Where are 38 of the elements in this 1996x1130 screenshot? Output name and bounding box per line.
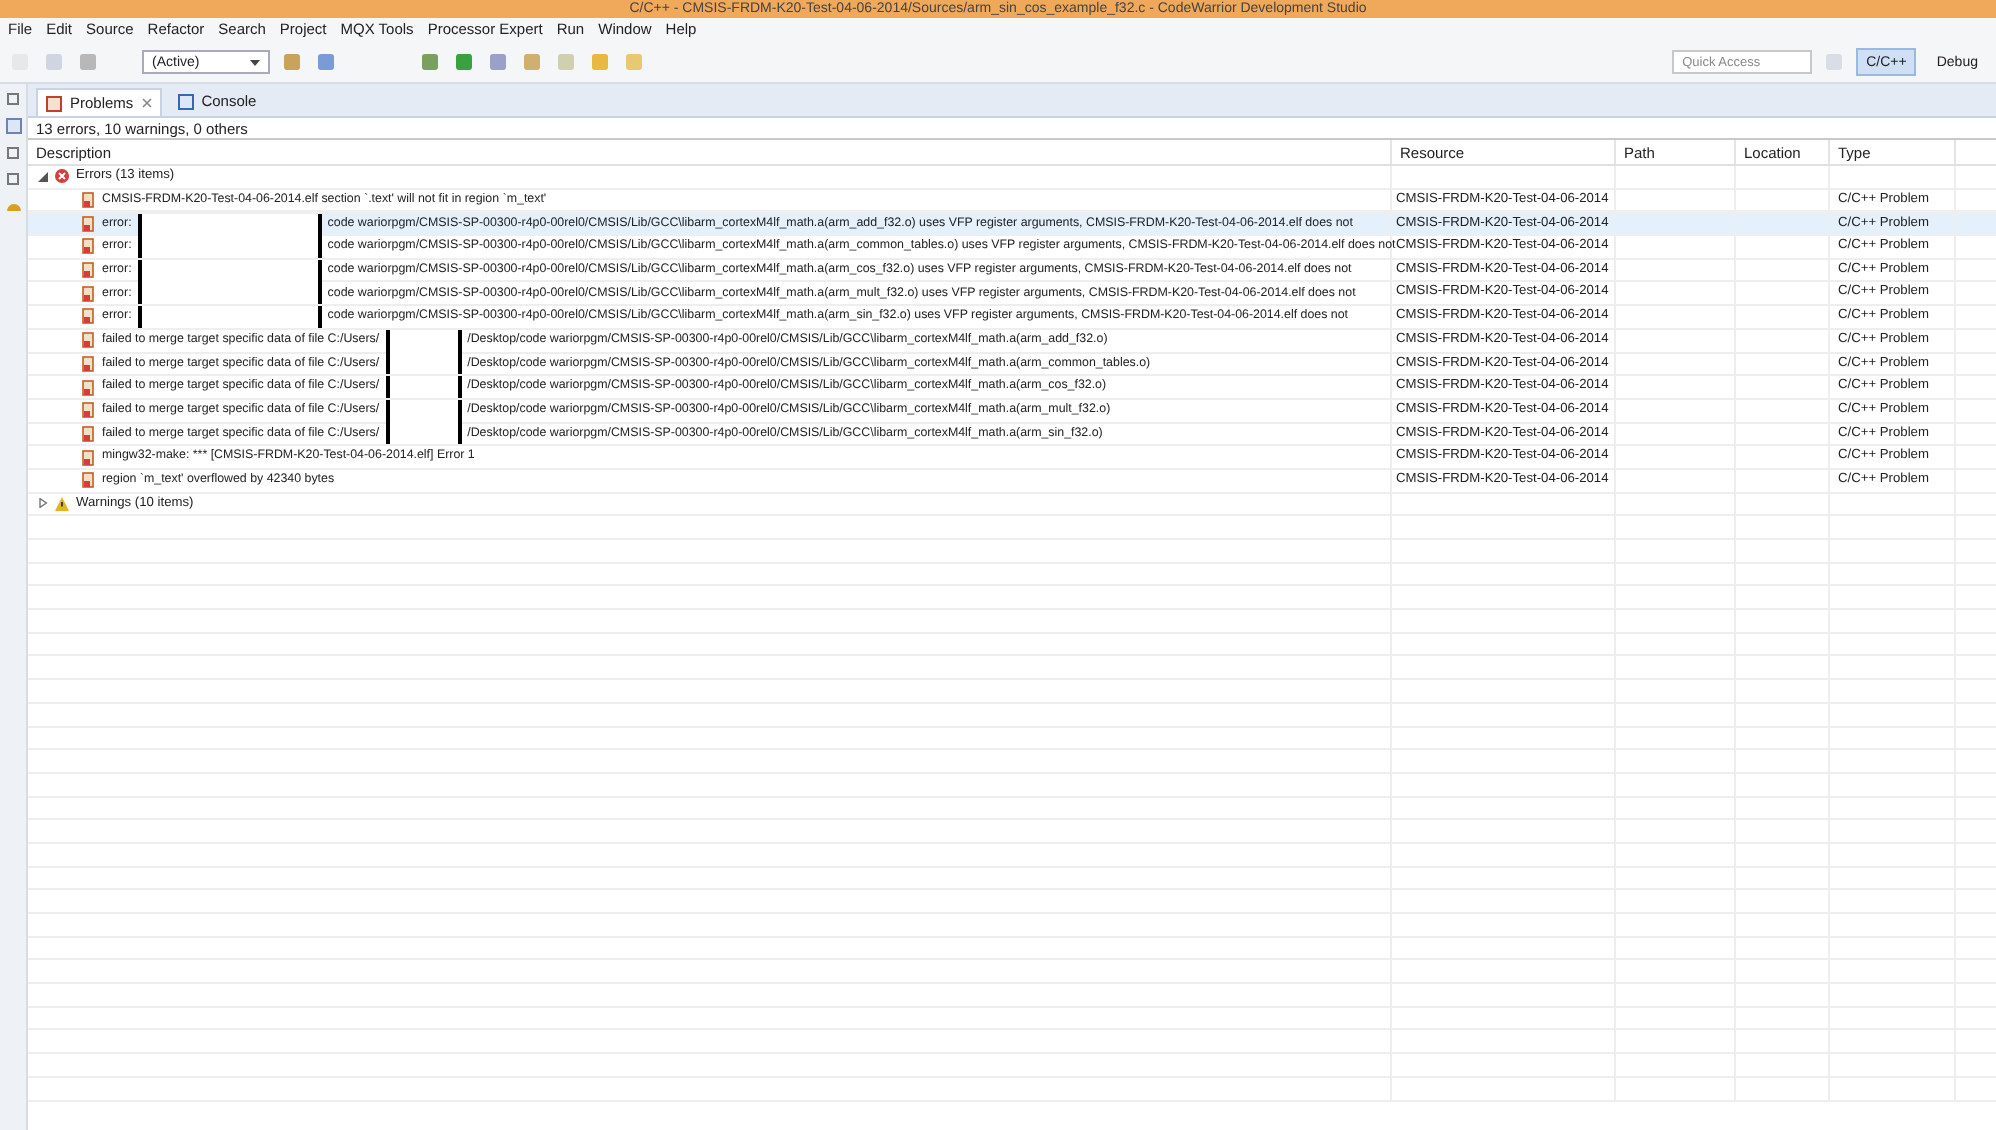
error-marker-icon: [82, 425, 96, 442]
outline-icon[interactable]: [5, 118, 21, 134]
redaction-block: [385, 399, 462, 422]
error-marker-icon: [82, 262, 96, 279]
error-marker-icon: [82, 402, 96, 419]
warning-icon: [54, 495, 70, 512]
problem-row[interactable]: [28, 399, 1996, 424]
error-marker-icon: [82, 355, 96, 372]
collapsed-arrow-icon[interactable]: [38, 498, 48, 509]
problem-row[interactable]: [28, 212, 1996, 237]
redaction-block: [385, 352, 462, 375]
error-icon: [54, 168, 70, 185]
error-marker-icon: [82, 449, 96, 466]
problem-row[interactable]: [28, 376, 1996, 400]
error-marker-icon: [82, 285, 96, 302]
error-marker-icon: [82, 332, 96, 349]
dropdown-caret-icon: [250, 59, 260, 65]
problem-row[interactable]: [28, 353, 1996, 377]
problem-row[interactable]: [28, 282, 1996, 307]
problems-icon: [46, 95, 62, 111]
problem-row[interactable]: [28, 259, 1996, 283]
error-marker-icon: [82, 308, 96, 325]
error-marker-icon: [82, 472, 96, 489]
error-marker-icon: [82, 192, 96, 209]
error-marker-icon: [82, 238, 96, 255]
error-marker-icon: [82, 379, 96, 396]
console-icon: [177, 94, 194, 110]
problem-row[interactable]: [28, 306, 1996, 330]
problem-row[interactable]: [28, 329, 1996, 353]
error-marker-icon: [82, 216, 96, 233]
problem-row[interactable]: [28, 423, 1996, 447]
redaction-block: [385, 422, 462, 445]
restore-icon[interactable]: [6, 92, 20, 106]
problem-row[interactable]: [28, 236, 1996, 260]
redaction-block: [385, 329, 462, 352]
close-icon[interactable]: [141, 98, 152, 108]
expanded-arrow-icon[interactable]: [38, 171, 48, 182]
redaction-block: [385, 376, 462, 399]
